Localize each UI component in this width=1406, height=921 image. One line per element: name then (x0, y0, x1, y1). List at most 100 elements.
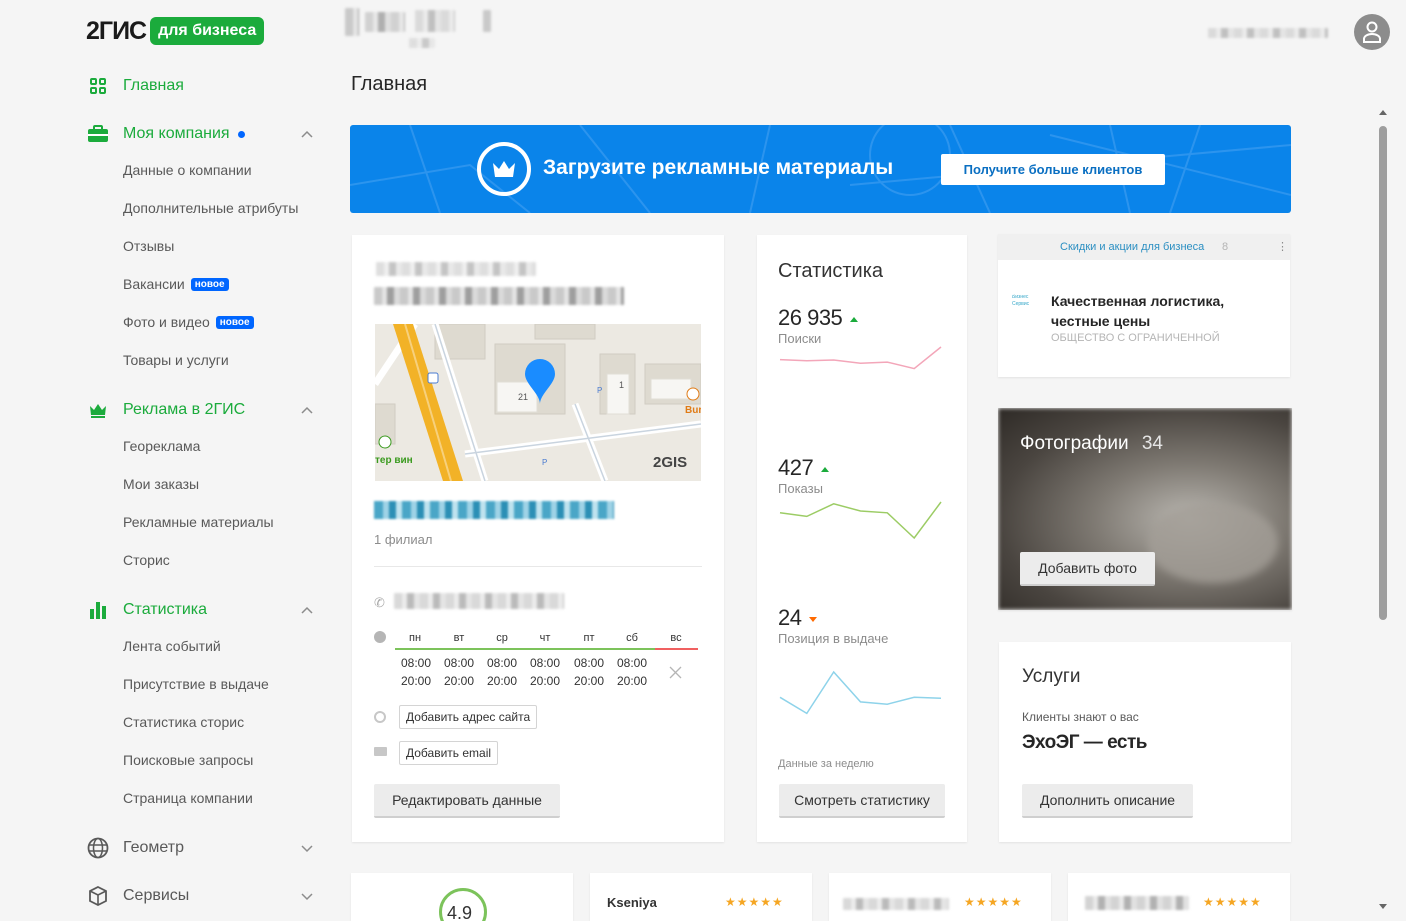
sidebar-item-label: Статистика (123, 601, 208, 618)
chevron-up-icon[interactable] (300, 403, 314, 417)
day-label: вс (670, 632, 682, 644)
add-photo-button[interactable]: Добавить фото (1020, 552, 1155, 586)
logo-badge: для бизнеса (150, 17, 265, 45)
sidebar-subitem-company-data[interactable]: Данные о компании (123, 162, 252, 178)
add-email-button[interactable]: Добавить email (399, 741, 499, 765)
services-title: Услуги (1022, 666, 1081, 687)
close-time: 20:00 (443, 674, 475, 688)
sidebar-subitem-label: Дополнительные атрибуты (123, 200, 299, 216)
sidebar-subitem-label: Статистика сторис (123, 714, 245, 730)
complete-description-button[interactable]: Дополнить описание (1022, 784, 1193, 818)
divider (374, 566, 702, 567)
sidebar-subitem-label: Присутствие в выдаче (123, 676, 269, 692)
services-headline: ЭхоЭГ — есть (1022, 732, 1147, 753)
promo-card[interactable]: Скидки и акции для бизнеса 8 ⋮ Бизнес Се… (998, 234, 1290, 377)
user-name[interactable] (1208, 28, 1328, 38)
company-category-link[interactable] (374, 501, 614, 519)
sidebar-item-stats[interactable]: Статистика (86, 596, 207, 624)
sidebar-subitem-stories[interactable]: Сторис (123, 552, 170, 568)
review-card[interactable]: ★★★★★ (1068, 873, 1290, 921)
sidebar-subitem-label: Товары и услуги (123, 352, 229, 368)
close-time: 20:00 (529, 674, 561, 688)
sidebar-subitem-label: Геореклама (123, 438, 201, 454)
company-switcher[interactable] (345, 8, 495, 48)
svg-text:P: P (597, 386, 602, 395)
sidebar-subitem-attributes[interactable]: Дополнительные атрибуты (123, 200, 298, 216)
trend-up-icon (850, 316, 859, 322)
sidebar-item-home[interactable]: Главная (86, 72, 184, 100)
sidebar-item-label: Моя компания (123, 125, 230, 142)
chevron-up-icon[interactable] (300, 603, 314, 617)
sidebar-item-my-company[interactable]: Моя компания (86, 120, 245, 148)
phone-number[interactable] (394, 593, 564, 609)
reviewer-name (843, 898, 949, 910)
rating-stars: ★★★★★ (725, 895, 784, 909)
sidebar-subitem-reviews[interactable]: Отзывы (123, 238, 174, 254)
chevron-up-icon[interactable] (300, 127, 314, 141)
closed-x-icon (669, 666, 682, 679)
shows-sparkline (779, 501, 942, 540)
banner-title: Загрузите рекламные материалы (543, 156, 894, 179)
sidebar-subitem-vacancies[interactable]: Вакансии новое (123, 276, 229, 292)
clock-icon (374, 631, 386, 643)
sidebar-subitem-presence[interactable]: Присутствие в выдаче (123, 676, 269, 692)
scroll-up-arrow[interactable] (1379, 110, 1387, 115)
view-stats-button[interactable]: Смотреть статистику (779, 784, 945, 818)
trend-up-icon (821, 466, 830, 472)
sidebar-item-ads[interactable]: Реклама в 2ГИС (86, 396, 245, 424)
photos-card[interactable]: Фотографии 34 Добавить фото (998, 408, 1292, 610)
get-more-clients-button[interactable]: Получите больше клиентов (941, 154, 1165, 185)
shows-value: 427 (778, 455, 830, 481)
scroll-thumb[interactable] (1379, 126, 1387, 620)
open-time: 08:00 (529, 656, 561, 670)
sidebar-item-label: Геометр (123, 839, 184, 856)
edit-data-button[interactable]: Редактировать данные (374, 784, 560, 818)
globe-icon (86, 836, 110, 860)
rating-stars: ★★★★★ (1203, 895, 1262, 909)
chevron-down-icon[interactable] (300, 841, 314, 855)
chevron-down-icon[interactable] (300, 889, 314, 903)
sidebar-subitem-products[interactable]: Товары и услуги (123, 352, 229, 368)
svg-text:1: 1 (619, 380, 624, 390)
more-icon[interactable]: ⋮ (1277, 240, 1288, 253)
day-label: вт (453, 632, 465, 644)
schedule-open-bar (395, 648, 655, 650)
searches-sparkline (779, 346, 942, 370)
scroll-down-arrow[interactable] (1379, 904, 1387, 909)
scrollbar[interactable] (1376, 108, 1390, 916)
logo[interactable]: 2ГИС для бизнеса (86, 16, 265, 46)
reviewer-name: Kseniya (607, 895, 657, 910)
review-card[interactable]: ★★★★★ (829, 873, 1051, 921)
sidebar-subitem-geoads[interactable]: Геореклама (123, 438, 200, 454)
avatar[interactable] (1354, 14, 1390, 50)
map-graphic: 21 1 P P тер вин Bur 2GIS (375, 324, 701, 481)
searches-value: 26 935 (778, 305, 859, 331)
sidebar-subitem-search-queries[interactable]: Поисковые запросы (123, 752, 253, 768)
position-label: Позиция в выдаче (778, 631, 889, 646)
sidebar-item-services[interactable]: Сервисы (86, 882, 189, 910)
sidebar-subitem-stories-stats[interactable]: Статистика сторис (123, 714, 244, 730)
branches-count[interactable]: 1 филиал (374, 532, 432, 547)
rating-card[interactable]: 4.9 (351, 873, 573, 921)
sidebar-subitem-orders[interactable]: Мои заказы (123, 476, 199, 492)
sidebar-item-geometer[interactable]: Геометр (86, 834, 184, 862)
promo-banner[interactable]: Загрузите рекламные материалы Получите б… (350, 125, 1291, 213)
day-label: пн (408, 632, 422, 644)
sidebar-subitem-ad-materials[interactable]: Рекламные материалы (123, 514, 274, 530)
map-preview[interactable]: 21 1 P P тер вин Bur 2GIS (375, 324, 701, 481)
photo-table-shape (1148, 503, 1278, 583)
open-time: 08:00 (486, 656, 518, 670)
user-icon (1363, 21, 1381, 43)
sidebar-subitem-events[interactable]: Лента событий (123, 638, 221, 654)
stats-card: Статистика 26 935 Поиски 427 Показы 24 П… (757, 235, 967, 842)
promo-logo: Бизнес Сервис (1012, 294, 1030, 307)
close-time: 20:00 (573, 674, 605, 688)
sidebar-subitem-photo-video[interactable]: Фото и видео новое (123, 314, 254, 330)
svg-text:тер вин: тер вин (375, 455, 413, 466)
bar-chart-icon (86, 598, 110, 622)
sidebar-subitem-company-page[interactable]: Страница компании (123, 790, 253, 806)
searches-label: Поиски (778, 331, 822, 346)
shows-label: Показы (778, 481, 823, 496)
review-card[interactable]: Kseniya ★★★★★ (590, 873, 812, 921)
add-site-button[interactable]: Добавить адрес сайта (399, 705, 538, 729)
